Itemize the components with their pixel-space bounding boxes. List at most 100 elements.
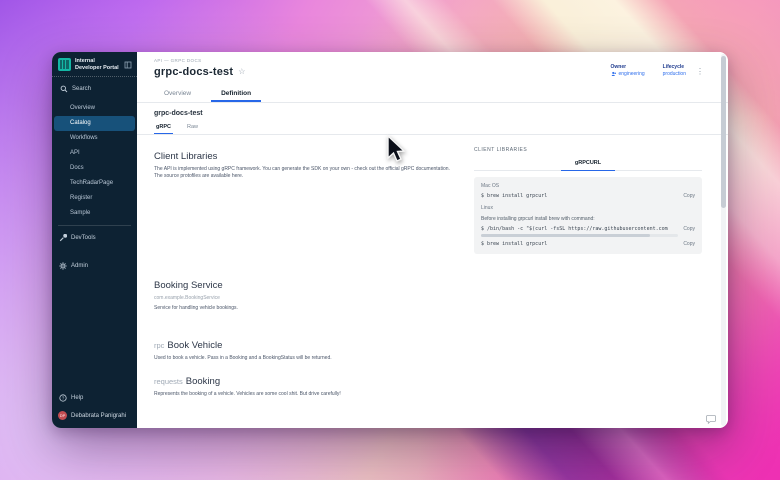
client-libraries-desc-line2: The source protofiles are available here… xyxy=(154,173,243,179)
copy-button[interactable]: Copy xyxy=(683,226,695,232)
booking-service-heading: Booking Service xyxy=(154,280,702,291)
content-scrollbar-thumb[interactable] xyxy=(721,56,726,208)
page-title: grpc-docs-test xyxy=(154,66,233,78)
subtab-raw[interactable]: Raw xyxy=(185,122,200,134)
linux-grpcurl-install-command: $ brew install grpcurl xyxy=(481,241,677,247)
panel-tabs: gRPCURL xyxy=(474,157,702,171)
linux-note: Before installing grpcurl install brew w… xyxy=(481,216,695,222)
owner-value: engineering xyxy=(619,71,645,77)
code-row-macos: $ brew install grpcurl Copy xyxy=(481,193,695,199)
main-content: API — GRPC DOCS grpc-docs-test ☆ Owner e… xyxy=(137,52,728,428)
user-name: Debabrata Panigrahi xyxy=(71,413,126,419)
request-desc: Represents the booking of a vehicle. Veh… xyxy=(154,391,702,398)
sidebar-item-api[interactable]: API xyxy=(52,146,137,161)
lifecycle-label: Lifecycle xyxy=(663,64,686,70)
rpc-book-vehicle-section: rpcBook Vehicle Used to book a vehicle. … xyxy=(154,340,702,362)
wrench-icon xyxy=(59,234,67,242)
code-horizontal-scrollbar xyxy=(481,234,678,237)
sidebar-divider xyxy=(58,225,131,226)
owner-label: Owner xyxy=(611,64,645,70)
copy-button[interactable]: Copy xyxy=(683,193,695,199)
help-icon: ? xyxy=(59,394,67,402)
breadcrumb: API — GRPC DOCS xyxy=(154,58,704,63)
request-name: Booking xyxy=(186,376,220,387)
request-heading: requestsBooking xyxy=(154,376,702,387)
client-libraries-desc: The API is implemented using gRPC framew… xyxy=(154,166,454,180)
entity-tabs: Overview Definition xyxy=(154,86,704,102)
tab-grpcurl[interactable]: gRPCURL xyxy=(561,157,615,170)
macos-label: Mac OS xyxy=(481,183,695,189)
sidebar-item-catalog[interactable]: Catalog xyxy=(54,116,135,131)
sidebar-admin-label: Admin xyxy=(71,263,88,269)
panel-title: CLIENT LIBRARIES xyxy=(474,147,702,153)
client-libraries-intro: Client Libraries The API is implemented … xyxy=(154,147,454,180)
sidebar-item-search[interactable]: Search xyxy=(52,77,137,99)
sidebar-pin-icon[interactable] xyxy=(124,61,132,69)
tab-definition[interactable]: Definition xyxy=(211,86,261,102)
sidebar-item-sample[interactable]: Sample xyxy=(52,206,137,221)
rpc-desc: Used to book a vehicle. Pass in a Bookin… xyxy=(154,355,702,362)
booking-service-section: Booking Service com.example.BookingServi… xyxy=(154,280,702,312)
subtab-grpc[interactable]: gRPC xyxy=(154,122,173,134)
sidebar-item-overview[interactable]: Overview xyxy=(52,101,137,116)
booking-service-fqn: com.example.BookingService xyxy=(154,295,702,301)
client-libraries-row: Client Libraries The API is implemented … xyxy=(154,147,702,254)
favorite-star-icon[interactable]: ☆ xyxy=(238,67,245,76)
linux-brew-install-command: $ /bin/bash -c "$(curl -fsSL https://raw… xyxy=(481,226,677,232)
definition-card-title: grpc-docs-test xyxy=(154,110,704,117)
client-libraries-heading: Client Libraries xyxy=(154,151,454,162)
sidebar-item-admin[interactable]: Admin xyxy=(52,258,137,274)
sidebar-item-workflows[interactable]: Workflows xyxy=(52,131,137,146)
client-libraries-desc-line1: The API is implemented using gRPC framew… xyxy=(154,166,450,172)
install-instructions-card: Mac OS $ brew install grpcurl Copy Linux… xyxy=(474,177,702,254)
kebab-menu-icon[interactable]: ⋮ xyxy=(696,67,704,76)
sidebar-item-register[interactable]: Register xyxy=(52,191,137,206)
requests-booking-section: requestsBooking Represents the booking o… xyxy=(154,376,702,398)
search-icon xyxy=(60,85,68,93)
feedback-bubble-icon[interactable] xyxy=(706,411,716,421)
sidebar-item-help[interactable]: ? Help xyxy=(52,390,137,406)
definition-card-header: grpc-docs-test gRPC Raw xyxy=(137,103,728,135)
copy-button[interactable]: Copy xyxy=(683,241,695,247)
owner-block: Owner engineering xyxy=(611,64,645,77)
sidebar: Internal Developer Portal Search Overvie… xyxy=(52,52,137,428)
macos-install-command: $ brew install grpcurl xyxy=(481,193,677,199)
title-row: grpc-docs-test ☆ Owner engineering xyxy=(154,66,704,78)
svg-text:?: ? xyxy=(62,396,65,401)
lifecycle-value: production xyxy=(663,71,686,77)
lifecycle-block: Lifecycle production xyxy=(663,64,686,77)
owner-link[interactable]: engineering xyxy=(611,71,645,77)
desktop-background: Internal Developer Portal Search Overvie… xyxy=(0,0,780,480)
sidebar-item-docs[interactable]: Docs xyxy=(52,161,137,176)
booking-service-desc: Service for handling vehicle bookings. xyxy=(154,305,702,312)
rpc-name: Book Vehicle xyxy=(167,340,222,351)
app-window: Internal Developer Portal Search Overvie… xyxy=(52,52,728,428)
gear-icon xyxy=(59,262,67,270)
code-horizontal-scrollbar-thumb[interactable] xyxy=(481,234,650,237)
sidebar-item-techradarpage[interactable]: TechRadarPage xyxy=(52,176,137,191)
definition-content: Client Libraries The API is implemented … xyxy=(137,135,728,428)
app-logo-icon xyxy=(58,58,71,71)
sidebar-spacer xyxy=(52,274,137,390)
sidebar-search-label: Search xyxy=(72,86,91,92)
page-header: API — GRPC DOCS grpc-docs-test ☆ Owner e… xyxy=(137,52,728,102)
sidebar-help-label: Help xyxy=(71,395,83,401)
request-kind: requests xyxy=(154,377,183,386)
client-libraries-panel: CLIENT LIBRARIES gRPCURL Mac OS $ brew i… xyxy=(474,147,702,254)
definition-subtabs: gRPC Raw xyxy=(154,122,704,134)
sidebar-item-devtools[interactable]: DevTools xyxy=(52,230,137,246)
sidebar-user[interactable]: DP Debabrata Panigrahi xyxy=(52,406,137,428)
sidebar-nav: Overview Catalog Workflows API Docs Tech… xyxy=(52,99,137,221)
content-scrollbar xyxy=(721,54,726,426)
tab-overview[interactable]: Overview xyxy=(154,86,201,102)
user-avatar: DP xyxy=(58,411,67,420)
linux-label: Linux xyxy=(481,205,695,211)
code-row-linux-grpcurl: $ brew install grpcurl Copy xyxy=(481,241,695,247)
rpc-kind: rpc xyxy=(154,341,164,350)
rpc-heading: rpcBook Vehicle xyxy=(154,340,702,351)
sidebar-devtools-label: DevTools xyxy=(71,235,96,241)
sidebar-logo-row: Internal Developer Portal xyxy=(52,52,137,77)
entity-meta: Owner engineering Lifecycle production xyxy=(611,64,687,77)
group-icon xyxy=(611,71,617,77)
code-row-linux-brew: $ /bin/bash -c "$(curl -fsSL https://raw… xyxy=(481,226,695,232)
